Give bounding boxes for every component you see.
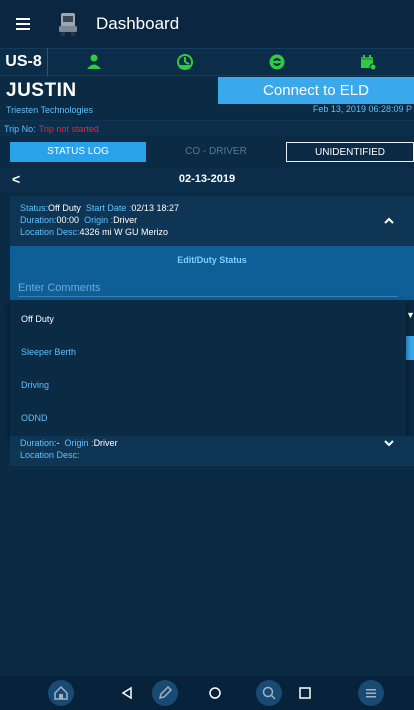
status-value: Off Duty — [48, 203, 81, 213]
origin-key-2: Origin : — [64, 438, 94, 448]
home-icon[interactable] — [48, 680, 74, 706]
system-recents-icon[interactable] — [292, 680, 318, 706]
comments-input[interactable] — [18, 279, 398, 297]
rule-set-badge: US-8 — [0, 48, 48, 76]
system-home-icon[interactable] — [202, 680, 228, 706]
tab-unidentified[interactable]: UNIDENTIFIED — [286, 142, 414, 162]
log-entry-card[interactable]: Status:Off Duty Start Date :02/13 18:27 … — [10, 196, 414, 246]
log-duration-line: Duration:00:00 Origin :Driver — [20, 215, 137, 225]
app-bar: Dashboard — [0, 0, 414, 48]
origin-value-2: Driver — [93, 438, 118, 448]
start-date-key: Start Date : — [85, 203, 132, 213]
date-navigator: < 02-13-2019 — [0, 168, 414, 192]
calendar-icon[interactable] — [323, 48, 414, 76]
chevron-up-icon[interactable] — [384, 214, 394, 228]
system-back-icon[interactable] — [114, 680, 140, 706]
tab-status-log[interactable]: STATUS LOG — [10, 142, 146, 162]
location-value: 4326 mi W GU Merizo — [79, 227, 169, 237]
location-key: Location Desc: — [20, 227, 80, 237]
log-date: 02-13-2019 — [178, 173, 236, 185]
current-datetime: Feb 13, 2019 06:28:09 P — [312, 104, 412, 114]
start-date-value: 02/13 18:27 — [131, 203, 179, 213]
duration-value: 00:00 — [56, 215, 80, 225]
origin-value: Driver — [113, 215, 138, 225]
steering-wheel-icon[interactable] — [231, 48, 323, 76]
company-name: Triesten Technologies — [6, 105, 94, 115]
connect-eld-button[interactable]: Connect to ELD — [218, 77, 414, 104]
chevron-down-icon[interactable] — [384, 436, 394, 450]
status-icon-bar: US-8 — [0, 48, 414, 76]
menu-icon[interactable] — [0, 0, 48, 48]
option-off-duty[interactable]: Off Duty — [21, 314, 54, 324]
option-sleeper-berth[interactable]: Sleeper Berth — [21, 347, 76, 357]
log2-duration-line: Duration:- Origin :Driver — [20, 438, 118, 448]
duration-key-2: Duration: — [20, 438, 57, 448]
log-entry-card-2[interactable]: Duration:- Origin :Driver Location Desc: — [10, 436, 414, 466]
tab-co-driver[interactable]: CO - DRIVER — [146, 142, 286, 162]
trip-info: Trip No: Trip not started — [0, 120, 414, 136]
log-status-line: Status:Off Duty Start Date :02/13 18:27 — [20, 203, 179, 213]
duty-status-dropdown: Off Duty Sleeper Berth Driving ODND — [10, 300, 406, 436]
log-location-line: Location Desc:4326 mi W GU Merizo — [20, 227, 168, 237]
search-icon[interactable] — [256, 680, 282, 706]
duration-key: Duration: — [20, 215, 57, 225]
on-duty-icon[interactable] — [140, 48, 232, 76]
page-title: Dashboard — [96, 14, 180, 33]
tab-bar: STATUS LOG CO - DRIVER UNIDENTIFIED — [10, 142, 414, 162]
select-arrow-icon[interactable]: ▼ — [406, 310, 414, 320]
driver-icon[interactable] — [48, 48, 140, 76]
trip-value: Trip not started — [38, 124, 99, 134]
truck-icon — [54, 10, 82, 38]
list-icon[interactable] — [358, 680, 384, 706]
save-strip[interactable] — [406, 336, 414, 360]
driver-name: JUSTIN — [6, 80, 77, 101]
edit-duty-status-header: Edit/Duty Status — [10, 246, 414, 276]
option-driving[interactable]: Driving — [21, 380, 49, 390]
bottom-nav-bar — [0, 676, 414, 710]
status-key: Status: — [20, 203, 49, 213]
option-odnd[interactable]: ODND — [21, 413, 48, 423]
comments-area — [10, 276, 414, 300]
duration-value-2: - — [56, 438, 60, 448]
log2-location-line: Location Desc: — [20, 450, 80, 460]
pencil-icon[interactable] — [152, 680, 178, 706]
location-key-2: Location Desc: — [20, 450, 80, 460]
origin-key: Origin : — [84, 215, 114, 225]
trip-label: Trip No: — [4, 124, 36, 134]
